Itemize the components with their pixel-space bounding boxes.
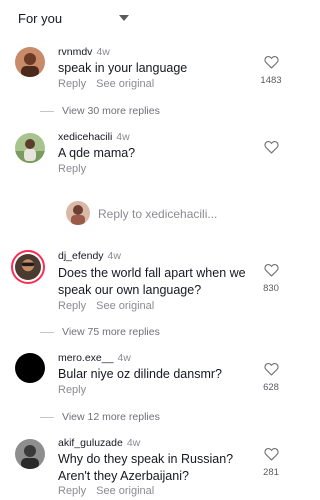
- comment-username-row[interactable]: akif_guluzade 4w: [58, 437, 140, 449]
- comment-time: 4w: [126, 437, 141, 449]
- comment-username-row[interactable]: mero.exe__ 4w: [58, 352, 131, 364]
- divider-line: [40, 110, 54, 112]
- comment-item: mero.exe__ 4w Bular niye oz dilinde dansm…: [0, 351, 295, 423]
- comment-time: 4w: [96, 46, 110, 58]
- heart-outline-icon: [263, 362, 279, 376]
- heart-outline-icon: [263, 447, 279, 461]
- comment-text: Bular niye oz dilinde dansmr?: [58, 367, 222, 381]
- see-original-button[interactable]: See original: [96, 300, 154, 312]
- comment-actions: Reply: [58, 384, 96, 396]
- comment-item: akif_guluzade 4w Why do they speak in Rus…: [0, 436, 295, 500]
- avatar[interactable]: [15, 439, 45, 469]
- comment-username[interactable]: rvnmdv: [58, 46, 92, 58]
- like-button[interactable]: 628: [256, 362, 286, 393]
- view-more-replies[interactable]: View 12 more replies: [40, 411, 160, 423]
- comment-text: Does the world fall apart when we speak …: [58, 266, 246, 297]
- comment-time: 4w: [107, 250, 121, 262]
- comment-time: 4w: [116, 131, 130, 143]
- reply-button[interactable]: Reply: [58, 163, 86, 175]
- view-more-replies-label: View 75 more replies: [62, 326, 160, 338]
- avatar[interactable]: [11, 250, 45, 284]
- like-button[interactable]: 830: [256, 263, 286, 294]
- heart-outline-icon: [263, 140, 279, 154]
- comment-username-row[interactable]: dj_efendy 4w: [58, 250, 121, 262]
- reply-to-input[interactable]: Reply to xedicehacili...: [66, 201, 266, 225]
- reply-button[interactable]: Reply: [58, 78, 86, 90]
- like-count: 830: [263, 283, 279, 294]
- comment-actions: Reply: [58, 163, 96, 175]
- comment-text: Why do they speak in Russian? Aren't the…: [58, 452, 234, 483]
- reply-button[interactable]: Reply: [58, 300, 86, 312]
- comment-text: speak in your language: [58, 61, 188, 75]
- comment-item: xedicehacili 4w A qde mama? Reply: [0, 130, 295, 190]
- avatar: [66, 201, 90, 225]
- comment-time: 4w: [117, 352, 131, 364]
- like-count: 1483: [260, 75, 282, 86]
- view-more-replies[interactable]: View 30 more replies: [40, 105, 160, 117]
- comment-username-row[interactable]: xedicehacili 4w: [58, 131, 130, 143]
- comment-username[interactable]: mero.exe__: [58, 352, 113, 364]
- comment-text: A qde mama?: [58, 146, 136, 160]
- sort-label: For you: [18, 11, 63, 26]
- reply-button[interactable]: Reply: [58, 485, 86, 497]
- comment-username[interactable]: dj_efendy: [58, 250, 104, 262]
- comment-item: rvnmdv 4w speak in your language Reply See…: [0, 44, 295, 140]
- see-original-button[interactable]: See original: [96, 78, 154, 90]
- like-button[interactable]: 281: [256, 447, 286, 478]
- comments-sort-header[interactable]: For you: [0, 0, 295, 36]
- comment-username[interactable]: xedicehacili: [58, 131, 112, 143]
- avatar[interactable]: [15, 47, 45, 77]
- avatar[interactable]: [15, 133, 45, 163]
- like-button[interactable]: [256, 140, 286, 154]
- comment-username[interactable]: akif_guluzade: [58, 437, 123, 449]
- like-count: 628: [263, 382, 279, 393]
- divider-line: [40, 331, 54, 333]
- view-more-replies-label: View 30 more replies: [62, 105, 160, 117]
- view-more-replies[interactable]: View 75 more replies: [40, 326, 160, 338]
- avatar[interactable]: [15, 353, 45, 383]
- chevron-down-icon[interactable]: [119, 15, 129, 21]
- comment-username-row[interactable]: rvnmdv 4w: [58, 46, 110, 58]
- heart-outline-icon: [263, 263, 279, 277]
- comment-actions: Reply See original: [58, 78, 164, 90]
- heart-outline-icon: [263, 55, 279, 69]
- see-original-button[interactable]: See original: [96, 485, 154, 497]
- like-button[interactable]: 1483: [256, 55, 286, 86]
- divider-line: [40, 416, 54, 418]
- like-count: 281: [263, 467, 279, 478]
- reply-button[interactable]: Reply: [58, 384, 86, 396]
- comment-actions: Reply See original: [58, 300, 164, 312]
- view-more-replies-label: View 12 more replies: [62, 411, 160, 423]
- comment-item: dj_efendy 4w Does the world fall apart wh…: [0, 249, 295, 349]
- reply-to-placeholder: Reply to xedicehacili...: [98, 207, 218, 221]
- comment-actions: Reply See original: [58, 485, 164, 497]
